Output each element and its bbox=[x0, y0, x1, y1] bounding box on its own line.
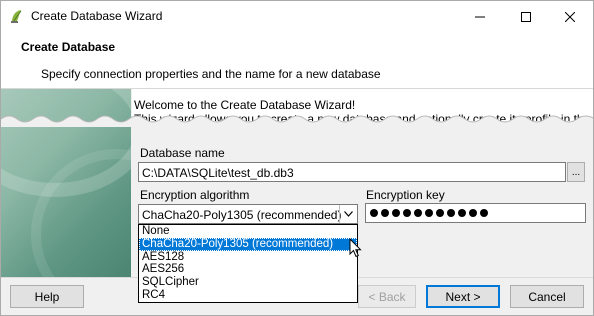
wizard-window: Create Database Wizard Create Database S… bbox=[0, 0, 594, 316]
dropdown-option[interactable]: RC4 bbox=[139, 289, 357, 302]
encryption-algorithm-value: ChaCha20-Poly1305 (recommended) bbox=[142, 208, 342, 222]
window-title: Create Database Wizard bbox=[31, 9, 163, 23]
password-mask bbox=[370, 209, 488, 217]
torn-edge-divider bbox=[1, 115, 593, 127]
close-icon bbox=[565, 11, 575, 22]
title-bar[interactable]: Create Database Wizard bbox=[1, 1, 593, 32]
encryption-key-input[interactable] bbox=[365, 203, 586, 223]
password-dot bbox=[370, 209, 378, 217]
dropdown-option[interactable]: AES128 bbox=[139, 251, 357, 264]
mouse-pointer-icon bbox=[349, 238, 362, 258]
minimize-icon bbox=[475, 16, 485, 17]
password-dot bbox=[425, 209, 433, 217]
page-subtitle: Specify connection properties and the na… bbox=[41, 67, 381, 81]
database-name-value: C:\DATA\SQLite\test_db.db3 bbox=[142, 166, 294, 180]
next-button-label: Next > bbox=[445, 289, 481, 304]
chevron-down-icon[interactable] bbox=[339, 205, 357, 223]
password-dot bbox=[381, 209, 389, 217]
next-button[interactable]: Next > bbox=[426, 285, 500, 308]
dropdown-option[interactable]: SQLCipher bbox=[139, 276, 357, 289]
browse-button-label: ... bbox=[571, 166, 581, 178]
help-button[interactable]: Help bbox=[10, 285, 84, 308]
password-dot bbox=[392, 209, 400, 217]
dropdown-option[interactable]: None bbox=[139, 225, 357, 238]
welcome-heading: Welcome to the Create Database Wizard! bbox=[134, 98, 356, 112]
password-dot bbox=[447, 209, 455, 217]
dropdown-option[interactable]: ChaCha20-Poly1305 (recommended) bbox=[139, 237, 357, 251]
encryption-algorithm-label: Encryption algorithm bbox=[140, 188, 250, 202]
password-dot bbox=[414, 209, 422, 217]
cancel-button-label: Cancel bbox=[528, 289, 566, 304]
password-dot bbox=[458, 209, 466, 217]
close-button[interactable] bbox=[547, 1, 593, 32]
dropdown-option[interactable]: AES256 bbox=[139, 263, 357, 276]
help-button-label: Help bbox=[34, 289, 60, 304]
minimize-button[interactable] bbox=[457, 1, 503, 32]
password-dot bbox=[403, 209, 411, 217]
cancel-button[interactable]: Cancel bbox=[510, 285, 584, 308]
encryption-algorithm-dropdown-list[interactable]: None ChaCha20-Poly1305 (recommended) AES12… bbox=[138, 224, 358, 303]
database-name-input[interactable]: C:\DATA\SQLite\test_db.db3 bbox=[138, 162, 566, 182]
password-dot bbox=[480, 209, 488, 217]
back-button-label: < Back bbox=[368, 289, 406, 304]
encryption-key-label: Encryption key bbox=[366, 188, 445, 202]
browse-button[interactable]: ... bbox=[567, 162, 585, 182]
database-name-label: Database name bbox=[140, 146, 225, 160]
encryption-algorithm-select[interactable]: ChaCha20-Poly1305 (recommended) bbox=[138, 204, 358, 224]
back-button[interactable]: < Back bbox=[358, 285, 416, 308]
page-title: Create Database bbox=[21, 40, 116, 54]
maximize-button[interactable] bbox=[503, 1, 549, 32]
maximize-icon bbox=[521, 11, 531, 22]
password-dot bbox=[469, 209, 477, 217]
app-icon bbox=[11, 10, 22, 23]
password-dot bbox=[436, 209, 444, 217]
wizard-header: Create Database Specify connection prope… bbox=[1, 32, 593, 89]
